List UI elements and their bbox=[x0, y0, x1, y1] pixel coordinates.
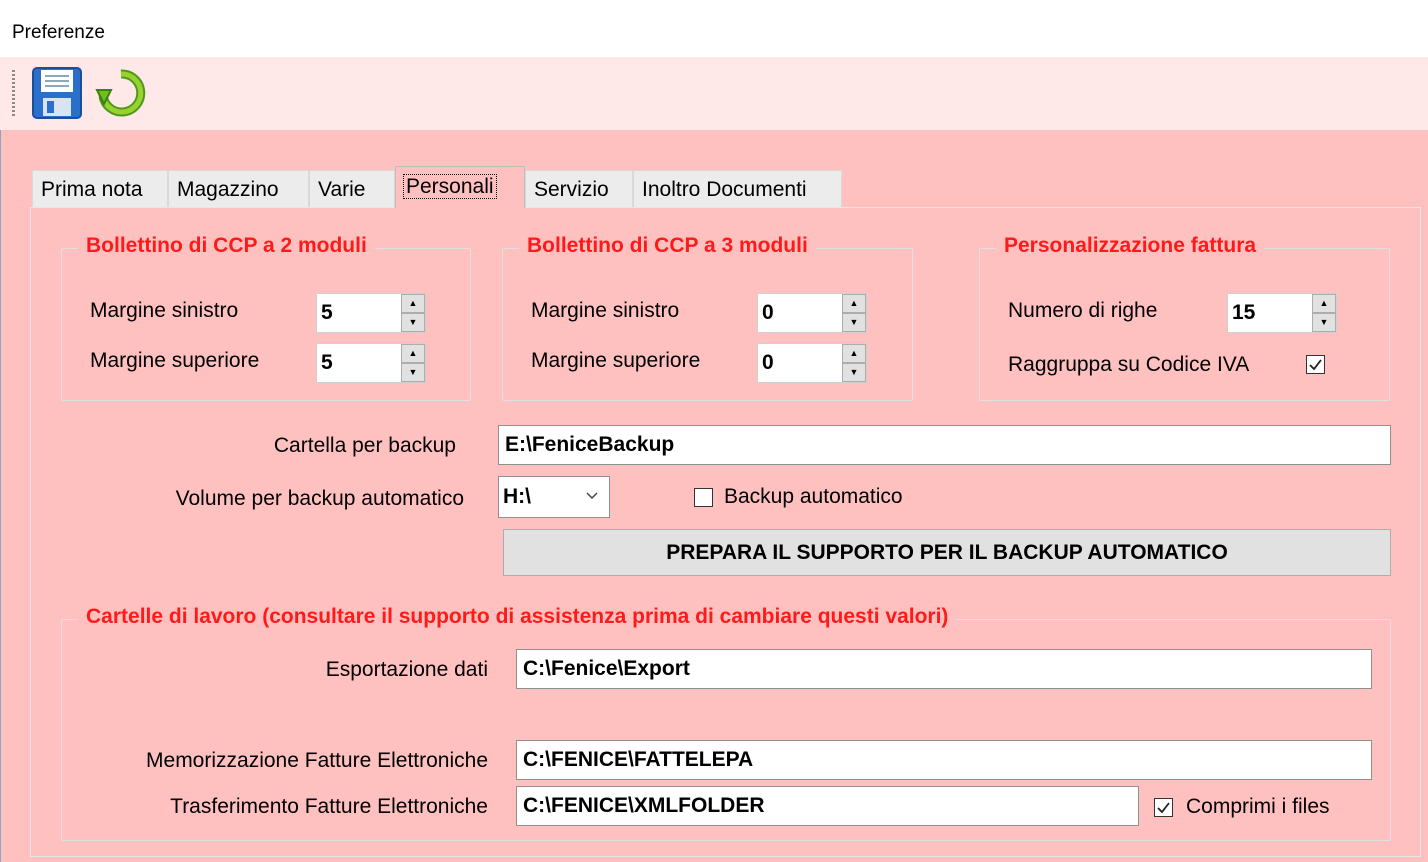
tab-inoltro-documenti[interactable]: Inoltro Documenti bbox=[633, 170, 842, 208]
chevron-down-icon bbox=[586, 492, 598, 500]
ccp2-left-margin-spinner[interactable]: 5 ▲ ▼ bbox=[316, 293, 426, 333]
floppy-disk-icon bbox=[31, 66, 83, 120]
work-folders-title: Cartelle di lavoro (consultare il suppor… bbox=[78, 605, 957, 629]
spin-down-icon[interactable]: ▼ bbox=[842, 363, 866, 382]
backup-folder-label: Cartella per backup bbox=[273, 434, 456, 457]
refresh-arrow-icon bbox=[94, 66, 148, 120]
backup-volume-select[interactable]: H:\ bbox=[498, 476, 610, 518]
export-label: Esportazione dati bbox=[325, 658, 488, 681]
save-button[interactable] bbox=[30, 64, 84, 122]
ccp2-group: Bollettino di CCP a 2 moduli Margine sin… bbox=[61, 234, 471, 401]
einvoice-store-input[interactable]: C:\FENICE\FATTELEPA bbox=[516, 740, 1372, 780]
ccp3-left-margin-label: Margine sinistro bbox=[531, 299, 680, 322]
personali-panel: Bollettino di CCP a 2 moduli Margine sin… bbox=[30, 207, 1421, 857]
spin-down-icon[interactable]: ▼ bbox=[401, 363, 425, 382]
ccp3-left-margin-spinner[interactable]: 0 ▲ ▼ bbox=[757, 293, 867, 333]
ccp3-top-margin-label: Margine superiore bbox=[531, 349, 701, 372]
ccp2-top-margin-spinner[interactable]: 5 ▲ ▼ bbox=[316, 343, 426, 383]
invoice-group: Personalizzazione fattura Numero di righ… bbox=[979, 234, 1390, 401]
tab-servizio[interactable]: Servizio bbox=[525, 170, 633, 208]
group-vat-label: Raggruppa su Codice IVA bbox=[1008, 353, 1250, 376]
compress-files-checkbox[interactable] bbox=[1154, 798, 1173, 817]
tab-magazzino[interactable]: Magazzino bbox=[168, 170, 309, 208]
tab-prima-nota[interactable]: Prima nota bbox=[32, 170, 168, 208]
compress-files-label: Comprimi i files bbox=[1186, 795, 1330, 818]
ccp3-top-margin-spinner[interactable]: 0 ▲ ▼ bbox=[757, 343, 867, 383]
einvoice-store-label: Memorizzazione Fatture Elettroniche bbox=[146, 749, 488, 772]
toolbar bbox=[0, 57, 1428, 130]
export-input[interactable]: C:\Fenice\Export bbox=[516, 649, 1372, 689]
spin-up-icon[interactable]: ▲ bbox=[401, 344, 425, 363]
auto-backup-label: Backup automatico bbox=[724, 485, 903, 508]
ccp3-title: Bollettino di CCP a 3 moduli bbox=[519, 234, 816, 258]
refresh-button[interactable] bbox=[94, 64, 148, 122]
tab-varie[interactable]: Varie bbox=[309, 170, 395, 208]
prepare-backup-button[interactable]: PREPARA IL SUPPORTO PER IL BACKUP AUTOMA… bbox=[503, 529, 1391, 576]
ccp2-left-margin-label: Margine sinistro bbox=[90, 299, 239, 322]
spin-down-icon[interactable]: ▼ bbox=[401, 313, 425, 332]
invoice-rows-spinner[interactable]: 15 ▲ ▼ bbox=[1227, 293, 1337, 333]
ccp2-title: Bollettino di CCP a 2 moduli bbox=[78, 234, 375, 258]
spin-up-icon[interactable]: ▲ bbox=[1312, 294, 1336, 313]
checkmark-icon bbox=[1309, 359, 1322, 371]
spin-up-icon[interactable]: ▲ bbox=[842, 294, 866, 313]
work-folders-group: Cartelle di lavoro (consultare il suppor… bbox=[61, 605, 1391, 841]
checkmark-icon bbox=[1157, 802, 1170, 814]
spin-down-icon[interactable]: ▼ bbox=[842, 313, 866, 332]
spin-up-icon[interactable]: ▲ bbox=[401, 294, 425, 313]
spin-down-icon[interactable]: ▼ bbox=[1312, 313, 1336, 332]
toolbar-grip[interactable] bbox=[12, 70, 15, 116]
ccp3-group: Bollettino di CCP a 3 moduli Margine sin… bbox=[502, 234, 913, 401]
group-vat-checkbox[interactable] bbox=[1306, 355, 1325, 374]
window-title: Preferenze bbox=[12, 22, 105, 43]
title-bar: Preferenze bbox=[0, 0, 1428, 57]
invoice-rows-label: Numero di righe bbox=[1008, 299, 1158, 322]
auto-backup-checkbox[interactable] bbox=[694, 488, 713, 507]
tab-personali[interactable]: Personali bbox=[395, 166, 525, 208]
ccp2-top-margin-label: Margine superiore bbox=[90, 349, 260, 372]
backup-folder-input[interactable]: E:\FeniceBackup bbox=[498, 425, 1391, 465]
spin-up-icon[interactable]: ▲ bbox=[842, 344, 866, 363]
einvoice-transfer-label: Trasferimento Fatture Elettroniche bbox=[170, 795, 488, 818]
einvoice-transfer-input[interactable]: C:\FENICE\XMLFOLDER bbox=[516, 786, 1139, 826]
invoice-title: Personalizzazione fattura bbox=[996, 234, 1265, 258]
backup-volume-label: Volume per backup automatico bbox=[175, 487, 464, 510]
